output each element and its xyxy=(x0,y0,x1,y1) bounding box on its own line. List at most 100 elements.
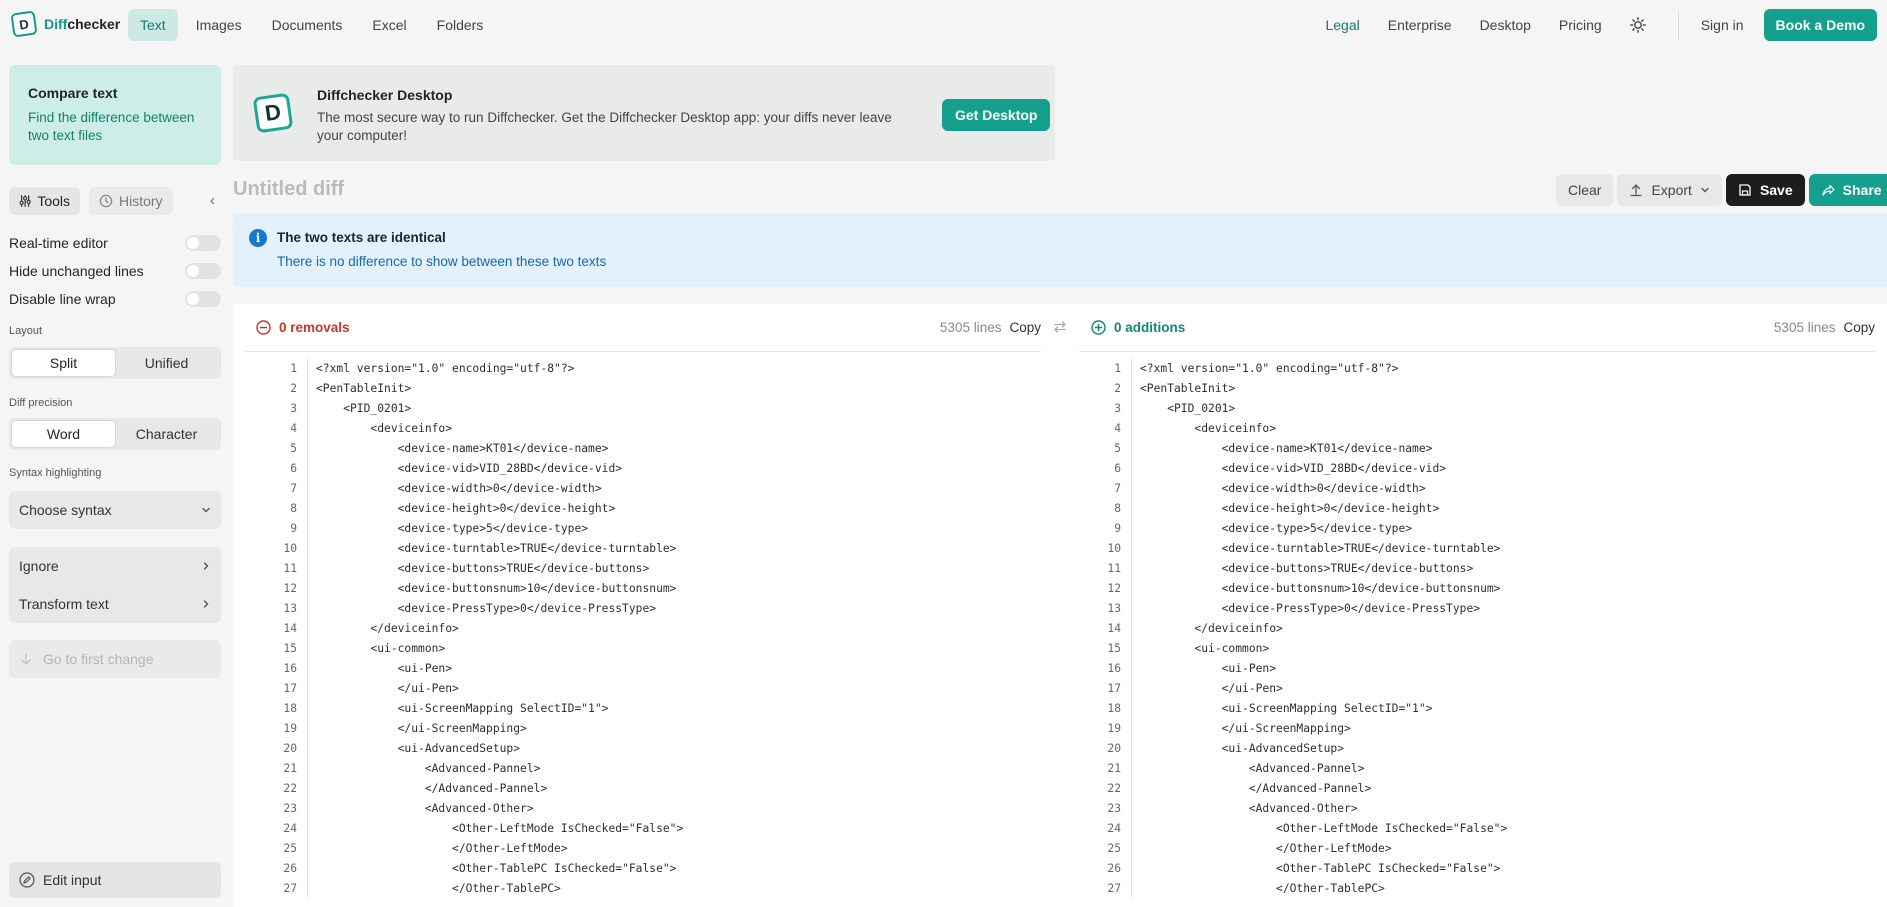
code-line: 13 <device-PressType>0</device-PressType… xyxy=(1057,598,1507,618)
options-menu: Ignore Transform text xyxy=(9,547,221,623)
gutter-divider xyxy=(1131,658,1132,678)
compare-subtitle: Find the difference between two text fil… xyxy=(28,110,195,143)
nav-legal[interactable]: Legal xyxy=(1313,9,1371,41)
nav-divider xyxy=(1677,10,1679,40)
tab-history[interactable]: History xyxy=(89,187,173,215)
toggle-real-time-editor: Real-time editor xyxy=(9,233,221,253)
gutter-divider xyxy=(1131,578,1132,598)
nav-desktop[interactable]: Desktop xyxy=(1468,9,1543,41)
collapse-sidebar-chevron-left-icon[interactable]: ‹ xyxy=(210,192,215,209)
code-text: </Other-LeftMode> xyxy=(1140,841,1392,855)
hide-unchanged-switch[interactable] xyxy=(185,263,221,279)
diff-title[interactable]: Untitled diff xyxy=(233,178,344,201)
line-number: 21 xyxy=(283,761,297,775)
code-line: 4 <deviceinfo> xyxy=(233,418,683,438)
line-number: 7 xyxy=(290,481,297,495)
line-number: 17 xyxy=(283,681,297,695)
code-text: <device-type>5</device-type> xyxy=(316,521,589,535)
gutter-divider xyxy=(307,598,308,618)
code-line: 12 <device-buttonsnum>10</device-buttons… xyxy=(233,578,683,598)
line-number: 13 xyxy=(283,601,297,615)
gutter-divider xyxy=(307,678,308,698)
line-number: 25 xyxy=(1107,841,1121,855)
history-icon xyxy=(99,194,113,208)
line-number: 5 xyxy=(290,441,297,455)
line-number: 4 xyxy=(290,421,297,435)
code-text: <device-type>5</device-type> xyxy=(1140,521,1413,535)
gutter-divider xyxy=(1131,858,1132,878)
code-text: <device-width>0</device-width> xyxy=(1140,481,1426,495)
code-text: <device-PressType>0</device-PressType> xyxy=(1140,601,1481,615)
code-text: <device-buttons>TRUE</device-buttons> xyxy=(1140,561,1474,575)
code-text: <ui-ScreenMapping SelectID="1"> xyxy=(316,701,609,715)
tab-tools[interactable]: Tools xyxy=(9,187,80,215)
gutter-divider xyxy=(307,618,308,638)
right-code-view[interactable]: 1 <?xml version="1.0" encoding="utf-8"?> 2… xyxy=(1057,358,1507,898)
transform-menu-item[interactable]: Transform text xyxy=(9,585,221,623)
clear-button[interactable]: Clear xyxy=(1556,174,1614,206)
go-to-first-change-button[interactable]: Go to first change xyxy=(9,640,221,678)
code-line: 4 <deviceinfo> xyxy=(1057,418,1507,438)
layout-split[interactable]: Split xyxy=(12,350,115,376)
syntax-select[interactable]: Choose syntax xyxy=(9,491,221,529)
save-label: Save xyxy=(1759,182,1793,198)
edit-pencil-icon xyxy=(19,872,35,888)
gutter-divider xyxy=(307,418,308,438)
save-icon xyxy=(1739,184,1751,196)
precision-label: Diff precision xyxy=(9,397,73,409)
disable-line-wrap-switch[interactable] xyxy=(185,291,221,307)
code-text: </Advanced-Pannel> xyxy=(1140,781,1372,795)
code-line: 19 </ui-ScreenMapping> xyxy=(233,718,683,738)
code-line: 7 <device-width>0</device-width> xyxy=(233,478,683,498)
nav-text[interactable]: Text xyxy=(128,9,178,41)
code-line: 7 <device-width>0</device-width> xyxy=(1057,478,1507,498)
code-text: </ui-ScreenMapping> xyxy=(316,721,527,735)
export-button[interactable]: Export xyxy=(1617,174,1722,206)
code-text: </Other-TablePC> xyxy=(1140,881,1385,895)
share-button[interactable]: Share xyxy=(1808,174,1887,206)
real-time-editor-switch[interactable] xyxy=(185,235,221,251)
code-text: <Advanced-Pannel> xyxy=(316,761,541,775)
right-copy-button[interactable]: Copy xyxy=(1843,320,1875,335)
line-number: 5 xyxy=(1114,441,1121,455)
edit-input-button[interactable]: Edit input xyxy=(9,862,221,898)
gutter-divider xyxy=(1131,698,1132,718)
theme-toggle-sun-icon[interactable] xyxy=(1622,9,1654,41)
precision-segmented: Word Character xyxy=(9,418,221,450)
code-text: <?xml version="1.0" encoding="utf-8"?> xyxy=(1140,361,1399,375)
nav-pricing[interactable]: Pricing xyxy=(1547,9,1614,41)
toggle-disable-line-wrap: Disable line wrap xyxy=(9,289,221,309)
line-number: 14 xyxy=(1107,621,1121,635)
gutter-divider xyxy=(307,718,308,738)
code-line: 3 <PID_0201> xyxy=(233,398,683,418)
gutter-divider xyxy=(1131,838,1132,858)
nav-images[interactable]: Images xyxy=(184,9,254,41)
nav-documents[interactable]: Documents xyxy=(260,9,355,41)
edit-input-label: Edit input xyxy=(43,872,102,888)
precision-character[interactable]: Character xyxy=(115,421,218,447)
nav-excel[interactable]: Excel xyxy=(360,9,418,41)
ignore-menu-item[interactable]: Ignore xyxy=(9,547,221,585)
left-code-view[interactable]: 1 <?xml version="1.0" encoding="utf-8"?> 2… xyxy=(233,358,683,898)
get-desktop-button[interactable]: Get Desktop xyxy=(942,99,1051,131)
left-copy-button[interactable]: Copy xyxy=(1009,320,1041,335)
gutter-divider xyxy=(1131,558,1132,578)
share-icon xyxy=(1822,184,1835,196)
save-button[interactable]: Save xyxy=(1725,174,1805,206)
layout-unified[interactable]: Unified xyxy=(115,350,218,376)
precision-word[interactable]: Word xyxy=(12,421,115,447)
code-line: 16 <ui-Pen> xyxy=(233,658,683,678)
code-line: 16 <ui-Pen> xyxy=(1057,658,1507,678)
nav-enterprise[interactable]: Enterprise xyxy=(1376,9,1464,41)
code-line: 14 </deviceinfo> xyxy=(1057,618,1507,638)
code-text: <device-vid>VID_28BD</device-vid> xyxy=(316,461,623,475)
sign-in-link[interactable]: Sign in xyxy=(1689,9,1756,41)
logo[interactable]: D Diffchecker xyxy=(10,10,120,38)
code-text: <PenTableInit> xyxy=(316,381,412,395)
code-line: 26 <Other-TablePC IsChecked="False"> xyxy=(1057,858,1507,878)
tab-tools-label: Tools xyxy=(37,193,70,209)
nav-folders[interactable]: Folders xyxy=(425,9,496,41)
book-demo-button[interactable]: Book a Demo xyxy=(1763,9,1877,41)
swap-arrows-icon[interactable] xyxy=(1053,320,1067,337)
diffchecker-desktop-icon: D xyxy=(252,92,294,134)
